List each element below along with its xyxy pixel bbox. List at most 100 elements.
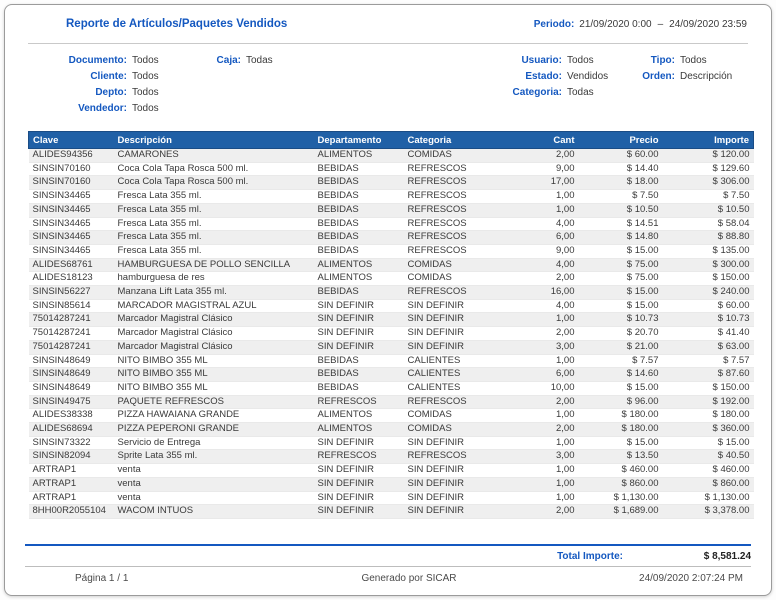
cell-descripcion: WACOM INTUOS: [113, 504, 314, 519]
cell-precio: $ 75.00: [578, 271, 663, 287]
cell-departamento: BEBIDAS: [313, 354, 404, 369]
cell-precio: $ 460.00: [578, 463, 663, 478]
filter-field: Depto: Todos: [39, 84, 159, 100]
cell-descripcion: NITO BIMBO 355 ML: [113, 367, 314, 382]
cell-cant: 2,00: [495, 504, 579, 519]
cell-descripcion: hamburguesa de res: [113, 271, 314, 287]
cell-categoria: REFRESCOS: [403, 189, 496, 204]
cell-categoria: REFRESCOS: [403, 395, 496, 410]
table-row: SINSIN85614 MARCADOR MAGISTRAL AZUL SIN …: [28, 299, 754, 314]
table-row: 8HH00R2055104 WACOM INTUOS SIN DEFINIR S…: [28, 504, 754, 519]
cell-descripcion: NITO BIMBO 355 ML: [113, 381, 314, 396]
column-header-precio: Precio: [578, 131, 663, 149]
cell-importe: $ 360.00: [662, 422, 754, 437]
cell-importe: $ 300.00: [662, 258, 754, 273]
cell-descripcion: venta: [113, 491, 314, 506]
table-row: SINSIN48649 NITO BIMBO 355 ML BEBIDAS CA…: [28, 367, 754, 382]
filter-field: Caja: Todas: [193, 52, 273, 68]
table-row: 75014287241 Marcador Magistral Clásico S…: [28, 326, 754, 341]
cell-descripcion: Servicio de Entrega: [113, 436, 314, 451]
total-label: Total Importe:: [557, 550, 623, 562]
cell-cant: 2,00: [495, 271, 579, 287]
cell-categoria: CALIENTES: [403, 367, 496, 382]
filter-field: Tipo: Todos: [605, 52, 732, 68]
filter-field: Usuario: Todos: [460, 52, 608, 68]
cell-cant: 1,00: [495, 408, 579, 424]
cell-departamento: BEBIDAS: [313, 217, 404, 232]
total-value: $ 8,581.24: [703, 550, 751, 562]
table-row: ALIDES94356 CAMARONES ALIMENTOS COMIDAS …: [28, 148, 754, 163]
table-row: SINSIN34465 Fresca Lata 355 ml. BEBIDAS …: [28, 189, 754, 204]
filter-value: Todos: [567, 54, 594, 66]
period-info: Periodo: 21/09/2020 0:00–24/09/2020 23:59: [534, 19, 747, 30]
cell-departamento: BEBIDAS: [313, 367, 404, 382]
filter-value: Todos: [132, 70, 159, 82]
cell-cant: 1,00: [495, 477, 579, 492]
cell-clave: SINSIN34465: [28, 203, 114, 218]
cell-importe: $ 240.00: [662, 285, 754, 300]
cell-precio: $ 14.40: [578, 162, 663, 177]
cell-importe: $ 7.57: [662, 354, 754, 369]
total-row: Total Importe: $ 8,581.24: [25, 546, 751, 566]
cell-clave: SINSIN56227: [28, 285, 114, 300]
cell-importe: $ 88.80: [662, 230, 754, 245]
cell-descripcion: PIZZA PEPERONI GRANDE: [113, 422, 314, 437]
cell-clave: 8HH00R2055104: [28, 504, 114, 519]
cell-cant: 2,00: [495, 395, 579, 410]
filter-value: Descripción: [680, 70, 733, 82]
cell-categoria: SIN DEFINIR: [403, 299, 496, 314]
cell-precio: $ 10.73: [578, 312, 663, 328]
cell-clave: SINSIN34465: [28, 244, 114, 259]
cell-descripcion: CAMARONES: [113, 148, 314, 163]
cell-departamento: ALIMENTOS: [313, 422, 404, 437]
cell-clave: ARTRAP1: [28, 463, 114, 478]
cell-categoria: REFRESCOS: [403, 230, 496, 245]
cell-precio: $ 14.51: [578, 217, 663, 232]
cell-categoria: SIN DEFINIR: [403, 504, 496, 519]
filter-field: Cliente: Todos: [39, 68, 159, 84]
cell-precio: $ 1,130.00: [578, 491, 663, 506]
cell-importe: $ 63.00: [662, 340, 754, 355]
cell-cant: 2,00: [495, 148, 579, 163]
filter-value: Todos: [132, 86, 159, 98]
cell-descripcion: Fresca Lata 355 ml.: [113, 244, 314, 259]
cell-categoria: SIN DEFINIR: [403, 312, 496, 328]
report-header: Reporte de Artículos/Paquetes Vendidos P…: [5, 5, 771, 43]
cell-precio: $ 10.50: [578, 203, 663, 218]
filter-label: Categoria:: [512, 86, 562, 98]
cell-clave: SINSIN70160: [28, 162, 114, 177]
filter-field: Vendedor: Todos: [39, 100, 159, 116]
cell-cant: 9,00: [495, 162, 579, 177]
cell-categoria: SIN DEFINIR: [403, 477, 496, 492]
cell-cant: 2,00: [495, 422, 579, 437]
period-start: 21/09/2020 0:00: [579, 18, 652, 30]
cell-importe: $ 180.00: [662, 408, 754, 424]
cell-departamento: ALIMENTOS: [313, 258, 404, 273]
cell-descripcion: Marcador Magistral Clásico: [113, 312, 314, 328]
cell-importe: $ 1,130.00: [662, 491, 754, 506]
cell-importe: $ 60.00: [662, 299, 754, 314]
bottom-block: Total Importe: $ 8,581.24 Página 1 / 1 G…: [25, 544, 751, 589]
cell-cant: 1,00: [495, 491, 579, 506]
cell-clave: SINSIN34465: [28, 189, 114, 204]
cell-departamento: BEBIDAS: [313, 203, 404, 218]
filter-group-caja: Caja: Todas: [193, 52, 273, 68]
cell-departamento: BEBIDAS: [313, 230, 404, 245]
cell-categoria: SIN DEFINIR: [403, 463, 496, 478]
cell-categoria: SIN DEFINIR: [403, 340, 496, 355]
cell-departamento: REFRESCOS: [313, 395, 404, 410]
table-row: ARTRAP1 venta SIN DEFINIR SIN DEFINIR 1,…: [28, 477, 754, 492]
column-header-departamento: Departamento: [313, 131, 404, 149]
cell-cant: 1,00: [495, 354, 579, 369]
table-body: ALIDES94356 CAMARONES ALIMENTOS COMIDAS …: [28, 148, 754, 519]
filter-label: Tipo:: [650, 54, 675, 66]
cell-precio: $ 15.00: [578, 285, 663, 300]
filter-group-document: Documento: Todos Cliente: Todos Depto: T…: [39, 52, 159, 116]
cell-importe: $ 7.50: [662, 189, 754, 204]
cell-precio: $ 7.57: [578, 354, 663, 369]
cell-departamento: REFRESCOS: [313, 449, 404, 465]
table-row: ALIDES68761 HAMBURGUESA DE POLLO SENCILL…: [28, 258, 754, 273]
cell-precio: $ 20.70: [578, 326, 663, 341]
cell-importe: $ 129.60: [662, 162, 754, 177]
cell-descripcion: PAQUETE REFRESCOS: [113, 395, 314, 410]
